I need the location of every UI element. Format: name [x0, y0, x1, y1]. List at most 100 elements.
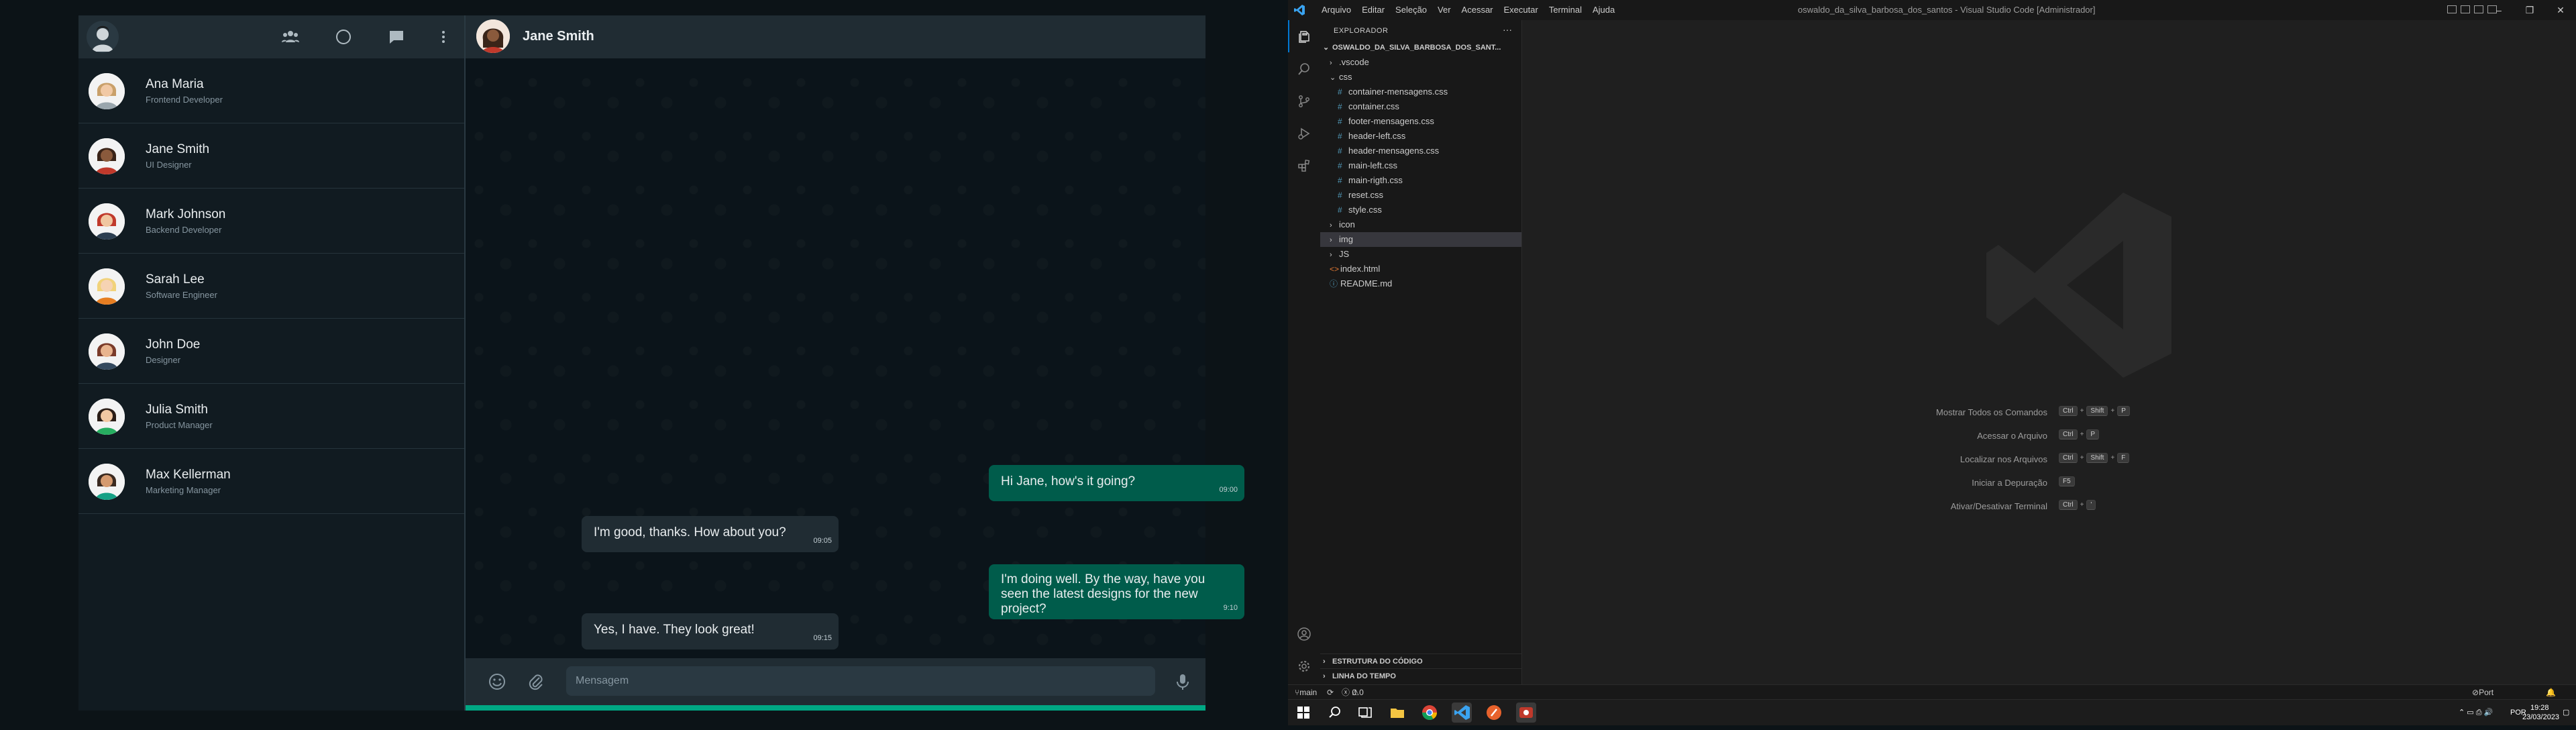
file-item[interactable]: # header-mensagens.css: [1320, 144, 1521, 158]
menu-icon[interactable]: [434, 28, 453, 46]
chrome-icon[interactable]: [1419, 702, 1440, 723]
file-explorer-icon[interactable]: [1387, 702, 1407, 723]
more-actions-icon[interactable]: ···: [1503, 24, 1512, 35]
file-item[interactable]: # main-left.css: [1320, 158, 1521, 173]
message-input[interactable]: [566, 666, 1155, 696]
folder-item[interactable]: › img: [1320, 232, 1521, 247]
status-icon[interactable]: [334, 28, 353, 46]
outline-section[interactable]: › ESTRUTURA DO CÓDIGO: [1320, 654, 1524, 669]
project-root[interactable]: ⌄ OSWALDO_DA_SILVA_BARBOSA_DOS_SANT...: [1320, 40, 1521, 55]
file-item[interactable]: # reset.css: [1320, 188, 1521, 203]
new-chat-icon[interactable]: [387, 28, 406, 46]
chevron-right-icon: ›: [1323, 658, 1326, 666]
problems-indicator[interactable]: ⓧ 0 ⚠ 0: [1342, 685, 1364, 700]
shortcut-row[interactable]: Mostrar Todos os Comandos Ctrl + Shift + P: [1522, 405, 2576, 421]
shortcut-row[interactable]: Iniciar a Depuração F5: [1522, 475, 2576, 491]
menu-item-4[interactable]: Acessar: [1456, 0, 1499, 20]
message-text: Yes, I have. They look great!: [594, 623, 755, 637]
task-view-icon[interactable]: [1355, 702, 1375, 723]
menu-item-7[interactable]: Ajuda: [1587, 0, 1620, 20]
file-item[interactable]: <> index.html: [1320, 262, 1521, 276]
contact-name: Sarah Lee: [146, 272, 205, 286]
shortcut-row[interactable]: Ativar/Desativar Terminal Ctrl + ': [1522, 499, 2576, 515]
conversation-title: Jane Smith: [523, 29, 594, 44]
menu-item-0[interactable]: Arquivo: [1316, 0, 1356, 20]
folder-item[interactable]: ⌄ css: [1320, 70, 1521, 85]
tree-item-label: footer-mensagens.css: [1348, 116, 1434, 126]
file-item[interactable]: # main-rigth.css: [1320, 173, 1521, 188]
folder-item[interactable]: › JS: [1320, 247, 1521, 262]
taskbar-search-icon[interactable]: [1325, 702, 1345, 723]
file-item[interactable]: # container.css: [1320, 99, 1521, 114]
run-debug-icon[interactable]: [1288, 117, 1320, 149]
key-plus: +: [2080, 407, 2084, 415]
minimize-icon[interactable]: –: [2483, 0, 2514, 20]
live-server-port[interactable]: ⊘ Port : 5501: [2472, 685, 2497, 727]
menu-item-1[interactable]: Editar: [1356, 0, 1390, 20]
file-item[interactable]: # footer-mensagens.css: [1320, 114, 1521, 129]
window-title: oswaldo_da_silva_barbosa_dos_santos - Vi…: [1798, 5, 2096, 15]
attach-icon[interactable]: [526, 672, 546, 692]
file-item[interactable]: # container-mensagens.css: [1320, 85, 1521, 99]
menu-item-3[interactable]: Ver: [1432, 0, 1456, 20]
system-tray-icons[interactable]: ⌃ ▭ ⎙ 🔊: [2459, 700, 2493, 725]
notification-center-icon[interactable]: ▢: [2563, 700, 2569, 725]
menu-item-2[interactable]: Seleção: [1390, 0, 1432, 20]
message-text: Hi Jane, how's it going?: [1001, 474, 1136, 488]
file-item[interactable]: # header-left.css: [1320, 129, 1521, 144]
contact-item[interactable]: Max Kellerman Marketing Manager: [78, 449, 464, 514]
contact-item[interactable]: Mark Johnson Backend Developer: [78, 189, 464, 254]
timeline-section[interactable]: › LINHA DO TEMPO: [1320, 668, 1524, 684]
vscode-taskbar-icon[interactable]: [1452, 702, 1472, 723]
file-item[interactable]: ⓘ README.md: [1320, 276, 1521, 291]
chevron-right-icon: ›: [1330, 59, 1332, 67]
account-icon[interactable]: [1288, 617, 1320, 649]
toggle-secondary-sidebar-icon[interactable]: [2474, 5, 2483, 13]
toggle-sidebar-icon[interactable]: [2447, 5, 2457, 13]
contact-item[interactable]: Jane Smith UI Designer: [78, 123, 464, 189]
explorer-icon[interactable]: [1288, 20, 1320, 52]
sync-icon[interactable]: ⟳: [1327, 685, 1334, 700]
key-cap: P: [2117, 406, 2130, 416]
source-control-icon[interactable]: [1288, 85, 1320, 117]
folder-item[interactable]: › icon: [1320, 217, 1521, 232]
close-icon[interactable]: ✕: [2545, 0, 2576, 20]
contact-item[interactable]: Julia Smith Product Manager: [78, 384, 464, 449]
message-bubble-outgoing[interactable]: I'm doing well. By the way, have you see…: [989, 564, 1244, 619]
message-bubble-incoming[interactable]: I'm good, thanks. How about you? 09:05: [582, 516, 839, 552]
toggle-panel-icon[interactable]: [2461, 5, 2470, 13]
key-cap: Ctrl: [2059, 500, 2078, 510]
clock-date[interactable]: 23/03/2023: [2522, 705, 2559, 730]
branch-indicator[interactable]: ⑂ main: [1295, 685, 1317, 700]
start-button-icon[interactable]: [1293, 702, 1313, 723]
shortcut-row[interactable]: Localizar nos Arquivos Ctrl + Shift + F: [1522, 452, 2576, 468]
settings-gear-icon[interactable]: [1288, 649, 1320, 682]
app-icon-red[interactable]: [1516, 702, 1536, 723]
menu-item-5[interactable]: Executar: [1499, 0, 1544, 20]
contact-item[interactable]: Ana Maria Frontend Developer: [78, 58, 464, 123]
outline-label: ESTRUTURA DO CÓDIGO: [1332, 658, 1423, 666]
search-icon[interactable]: [1288, 52, 1320, 85]
contact-role: Designer: [146, 355, 181, 365]
file-item[interactable]: # style.css: [1320, 203, 1521, 217]
contact-item[interactable]: John Doe Designer: [78, 319, 464, 384]
microphone-icon[interactable]: [1173, 672, 1193, 692]
app-icon-orange[interactable]: [1484, 702, 1504, 723]
message-bubble-outgoing[interactable]: Hi Jane, how's it going? 09:00: [989, 465, 1244, 501]
menu-item-6[interactable]: Terminal: [1544, 0, 1587, 20]
contact-avatar: [89, 73, 125, 109]
contact-item[interactable]: Sarah Lee Software Engineer: [78, 254, 464, 319]
shortcut-label: Localizar nos Arquivos: [1960, 454, 2047, 464]
message-bubble-incoming[interactable]: Yes, I have. They look great! 09:15: [582, 613, 839, 649]
folder-item[interactable]: › .vscode: [1320, 55, 1521, 70]
emoji-icon[interactable]: [487, 672, 507, 692]
maximize-icon[interactable]: ❐: [2514, 0, 2545, 20]
shortcut-row[interactable]: Acessar o Arquivo Ctrl + P: [1522, 428, 2576, 444]
community-icon[interactable]: [281, 28, 300, 46]
contact-role: Product Manager: [146, 420, 213, 430]
tree-item-label: JS: [1339, 249, 1350, 259]
vscode-watermark-icon: [1986, 193, 2171, 378]
user-avatar[interactable]: [87, 21, 119, 53]
extensions-icon[interactable]: [1288, 149, 1320, 181]
contact-avatar[interactable]: [476, 19, 510, 53]
